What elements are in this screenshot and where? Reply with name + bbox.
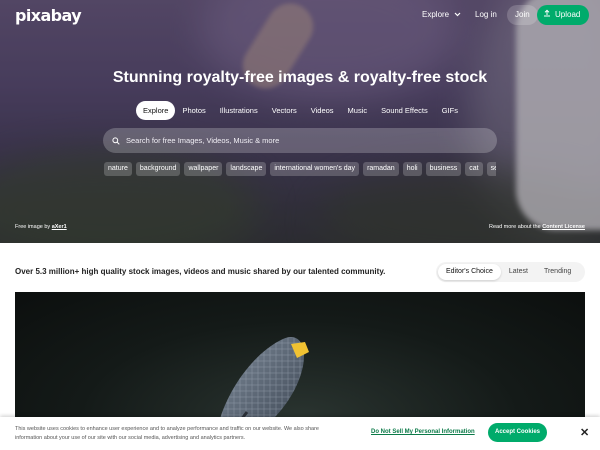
accept-cookies-button[interactable]: Accept Cookies <box>488 423 547 442</box>
sort-editors-choice[interactable]: Editor's Choice <box>438 264 501 280</box>
tag-chip[interactable]: wallpaper <box>184 162 223 176</box>
sort-toggle: Editor's Choice Latest Trending <box>436 262 585 282</box>
tab-photos[interactable]: Photos <box>175 101 212 120</box>
search-bar[interactable] <box>103 128 497 153</box>
tag-chip[interactable]: background <box>135 162 181 176</box>
join-button[interactable]: Join <box>507 5 538 25</box>
hero-overlay <box>0 0 600 243</box>
credit-author-link[interactable]: aXer1 <box>52 224 67 230</box>
content-license-link[interactable]: Content License <box>542 224 585 230</box>
tab-sound-effects[interactable]: Sound Effects <box>374 101 435 120</box>
sort-latest[interactable]: Latest <box>501 264 536 280</box>
license-note: Read more about the Content License <box>489 224 585 230</box>
tag-chip[interactable]: cat <box>465 162 483 176</box>
tab-videos[interactable]: Videos <box>304 101 341 120</box>
media-type-tabs: Explore Photos Illustrations Vectors Vid… <box>136 101 465 120</box>
upload-icon <box>543 5 551 25</box>
tab-illustrations[interactable]: Illustrations <box>213 101 265 120</box>
upload-label: Upload <box>555 10 581 19</box>
login-link[interactable]: Log in <box>475 10 497 19</box>
hero-headline: Stunning royalty-free images & royalty-f… <box>112 69 488 86</box>
tag-chip[interactable]: holi <box>402 162 422 176</box>
tab-gifs[interactable]: GIFs <box>435 101 465 120</box>
credit-prefix: Free image by <box>15 224 51 230</box>
search-icon <box>112 132 120 150</box>
tag-chip[interactable]: se <box>486 162 496 176</box>
chevron-down-icon <box>454 10 461 19</box>
close-icon[interactable]: ✕ <box>580 426 589 439</box>
tab-music[interactable]: Music <box>341 101 375 120</box>
hero-banner: pixabay Explore Log in Join Upload Stunn… <box>0 0 600 243</box>
community-tagline: Over 5.3 million+ high quality stock ima… <box>15 267 386 276</box>
cookie-text: This website uses cookies to enhance use… <box>15 426 319 441</box>
tag-chip[interactable]: international women's day <box>270 162 360 176</box>
license-prefix: Read more about the <box>488 224 541 230</box>
pixabay-logo[interactable]: pixabay <box>15 6 82 25</box>
tag-chip[interactable]: business <box>425 162 462 176</box>
explore-menu[interactable]: Explore <box>422 10 461 19</box>
explore-label: Explore <box>422 10 450 19</box>
search-input[interactable] <box>126 136 466 145</box>
tab-explore[interactable]: Explore <box>136 101 176 120</box>
sort-trending[interactable]: Trending <box>536 264 579 280</box>
tag-chip[interactable]: nature <box>104 162 132 176</box>
trending-tags: nature background wallpaper landscape in… <box>104 162 496 176</box>
tab-vectors[interactable]: Vectors <box>265 101 304 120</box>
cookie-banner: This website uses cookies to enhance use… <box>0 417 600 450</box>
image-credit: Free image by aXer1 <box>15 224 67 230</box>
upload-button[interactable]: Upload <box>537 5 590 25</box>
do-not-sell-link[interactable]: Do Not Sell My Personal Information <box>371 429 475 435</box>
tag-chip[interactable]: landscape <box>226 162 267 176</box>
tag-chip[interactable]: ramadan <box>363 162 399 176</box>
